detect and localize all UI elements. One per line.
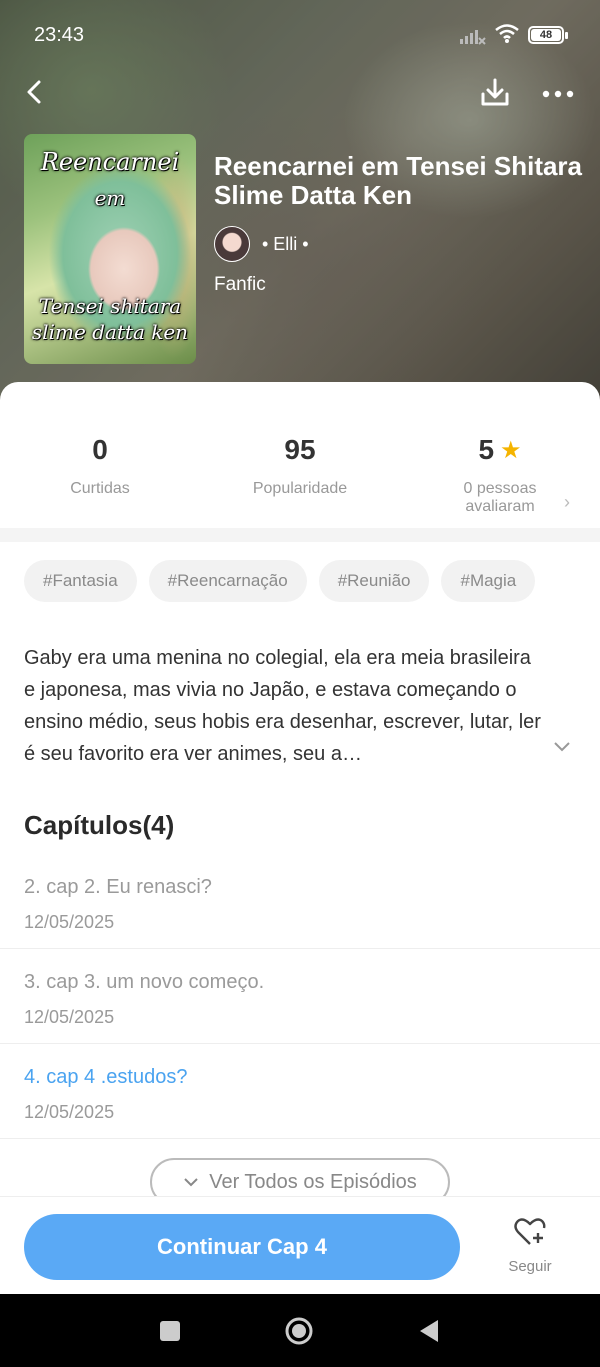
chapter-item-current[interactable]: 4. cap 4 .estudos? 12/05/2025 (0, 1044, 600, 1139)
chapter-date: 12/05/2025 (24, 1007, 115, 1027)
book-title: Reencarnei em Tensei Shitara Slime Datta… (214, 151, 583, 210)
tag-chip[interactable]: #Magia (441, 560, 536, 602)
tag-chip[interactable]: #Reunião (318, 560, 430, 602)
chapters-heading: Capítulos(4) (24, 810, 175, 840)
top-bar (0, 70, 600, 114)
chapter-title: 3. cap 3. um novo começo. (24, 971, 265, 993)
stat-value: 0 (92, 434, 108, 465)
wifi-icon (495, 24, 519, 43)
download-icon[interactable] (478, 74, 512, 110)
stat-rating[interactable]: 5 ★ 0 pessoas avaliaram › (400, 434, 600, 516)
cover-title-line: Tensei shitara (38, 294, 182, 318)
status-bar: 23:43 48 (0, 0, 600, 72)
chapter-item[interactable]: 2. cap 2. Eu renasci? 12/05/2025 (0, 854, 600, 949)
heart-plus-icon (514, 1218, 546, 1245)
section-divider (0, 528, 600, 542)
tag-chip[interactable]: #Reencarnação (148, 560, 307, 602)
stat-popularity: 95 Popularidade (200, 434, 400, 498)
synopsis-text[interactable]: Gaby era uma menina no colegial, ela era… (24, 642, 544, 770)
follow-label: Seguir (508, 1258, 552, 1275)
stat-label: Popularidade (252, 480, 348, 497)
chapter-date: 12/05/2025 (24, 912, 115, 932)
chapter-date: 12/05/2025 (24, 1102, 115, 1122)
battery-icon: 48 (528, 26, 568, 44)
stats-row: 0 Curtidas 95 Popularidade 5 ★ 0 pessoas … (0, 382, 600, 528)
continue-reading-button[interactable]: Continuar Cap 4 (24, 1214, 460, 1280)
cover-title-line: em (94, 186, 126, 210)
back-arrow-icon[interactable] (18, 74, 50, 110)
cover-title-line: Reencarnei (40, 148, 180, 176)
tag-list: #Fantasia #Reencarnação #Reunião #Magia (24, 560, 536, 602)
author-name[interactable]: • Elli • (262, 234, 309, 255)
bottom-action-bar: Continuar Cap 4 Seguir (0, 1196, 600, 1294)
rating-count-label: avaliaram (465, 498, 535, 515)
book-genre: Fanfic (214, 274, 266, 295)
chevron-down-icon (184, 1178, 198, 1187)
chevron-down-icon[interactable] (552, 736, 572, 756)
signal-icon (460, 30, 486, 45)
cover-title-line: slime datta ken (31, 320, 189, 344)
status-time: 23:43 (34, 24, 85, 46)
book-cover[interactable]: Reencarnei em Tensei shitara slime datta… (24, 134, 196, 364)
star-icon: ★ (500, 436, 522, 464)
system-nav-bar (0, 1294, 600, 1367)
tag-chip[interactable]: #Fantasia (24, 560, 137, 602)
stat-value: 95 (284, 434, 316, 465)
follow-button[interactable]: Seguir (496, 1217, 564, 1275)
rating-value: 5 (478, 434, 495, 465)
chapter-title: 4. cap 4 .estudos? (24, 1066, 188, 1088)
rating-count-label: 0 pessoas (463, 480, 537, 497)
more-dots-icon[interactable] (538, 74, 578, 110)
triangle-back-icon[interactable] (414, 1316, 444, 1346)
author-avatar[interactable] (214, 226, 250, 262)
circle-icon[interactable] (284, 1316, 314, 1346)
stat-likes: 0 Curtidas (0, 434, 200, 498)
view-all-label: Ver Todos os Episódios (209, 1170, 417, 1193)
chapter-item[interactable]: 3. cap 3. um novo começo. 12/05/2025 (0, 949, 600, 1044)
author-row[interactable]: • Elli • (214, 226, 309, 262)
battery-level: 48 (531, 29, 561, 41)
stat-label: Curtidas (70, 480, 130, 497)
chevron-right-icon: › (564, 492, 570, 512)
chapter-title: 2. cap 2. Eu renasci? (24, 876, 212, 898)
square-icon[interactable] (155, 1316, 185, 1346)
